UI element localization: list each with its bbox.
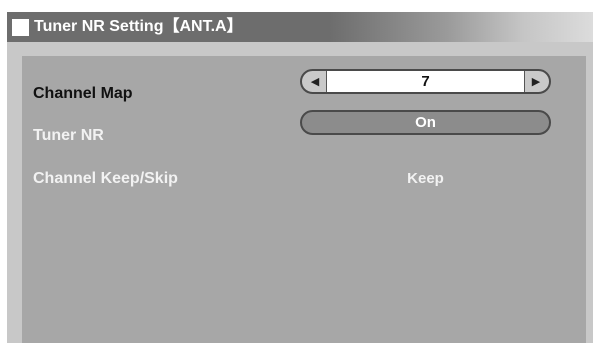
- channel-map-value: 7: [326, 71, 525, 92]
- triangle-left-icon[interactable]: ◀: [304, 71, 326, 92]
- triangle-right-icon[interactable]: ▶: [525, 71, 547, 92]
- menu-square-icon: [12, 19, 29, 36]
- channel-keep-skip-value[interactable]: Keep: [300, 169, 551, 189]
- tv-menu-screen: Tuner NR Setting【ANT.A】 Channel Map ◀ 7 …: [7, 12, 593, 343]
- menu-title: Tuner NR Setting【ANT.A】: [34, 18, 243, 35]
- channel-map-label: Channel Map: [33, 85, 133, 102]
- settings-panel: Channel Map ◀ 7 ▶ Tuner NR On Channel Ke…: [22, 56, 586, 343]
- channel-map-selector[interactable]: ◀ 7 ▶: [300, 69, 551, 94]
- title-bar: Tuner NR Setting【ANT.A】: [7, 12, 593, 42]
- tuner-nr-label: Tuner NR: [33, 127, 104, 144]
- channel-keep-skip-label: Channel Keep/Skip: [33, 170, 178, 187]
- tuner-nr-option[interactable]: On: [300, 110, 551, 135]
